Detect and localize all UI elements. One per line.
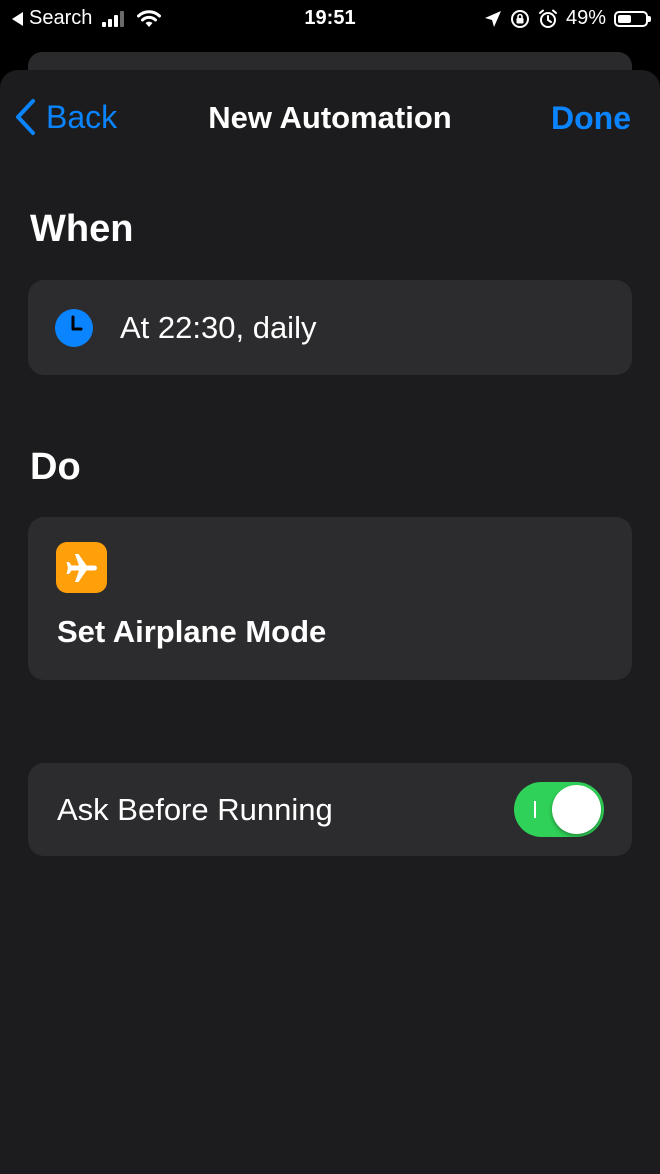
battery-percent: 49% [565, 7, 606, 29]
airplane-icon [56, 542, 107, 593]
location-arrow-icon [484, 10, 501, 27]
done-button[interactable]: Done [551, 100, 631, 137]
rotation-lock-icon [510, 9, 529, 28]
when-heading: When [30, 208, 134, 250]
battery-icon [614, 10, 651, 27]
navigation-bar: Back New Automation Done [0, 70, 660, 170]
battery-fill [618, 14, 631, 23]
ask-before-running-toggle[interactable] [514, 782, 604, 837]
ask-before-running-row: Ask Before Running [28, 763, 632, 856]
ask-before-running-label: Ask Before Running [57, 792, 333, 827]
toggle-knob[interactable] [552, 785, 601, 834]
status-right-group: 49% [484, 7, 651, 30]
do-heading: Do [30, 446, 81, 488]
action-label: Set Airplane Mode [57, 614, 327, 649]
status-bar: Search 19:51 49% [0, 0, 660, 38]
clock-icon [55, 309, 93, 347]
alarm-icon [538, 9, 557, 28]
when-trigger-label: At 22:30, daily [120, 310, 317, 345]
when-trigger-row[interactable]: At 22:30, daily [28, 280, 632, 375]
toggle-on-mark [534, 801, 536, 818]
automation-sheet: Back New Automation Done When At 22:30, … [0, 70, 660, 1174]
action-card[interactable]: Set Airplane Mode [28, 517, 632, 680]
